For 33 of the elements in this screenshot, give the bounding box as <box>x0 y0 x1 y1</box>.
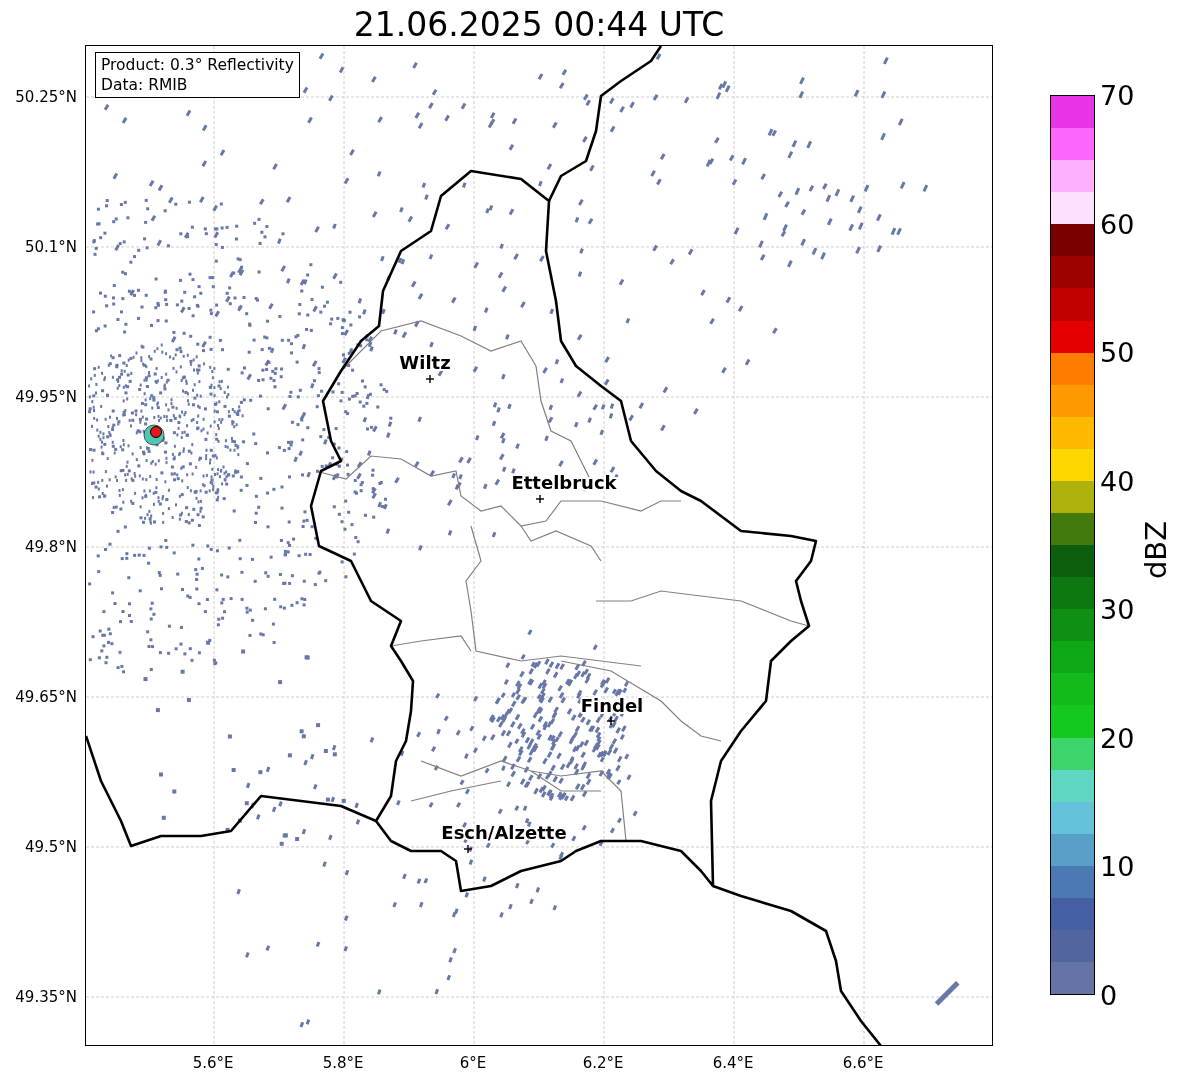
colorbar-tick-label: 40 <box>1100 465 1135 497</box>
axis-tick-label: 50.25°N <box>15 88 77 106</box>
colorbar-tick-label: 30 <box>1100 593 1135 625</box>
info-text: Data: RMIB <box>101 75 189 95</box>
axis-tick-label: 49.95°N <box>15 388 77 406</box>
axis-tick-label: 6°E <box>459 1054 487 1072</box>
axis-tick-label: 5.8°E <box>322 1054 364 1072</box>
city-marker-icon <box>463 844 473 854</box>
info-text: Product: 0.3° Reflectivity <box>101 55 294 75</box>
axis-tick-label: 49.65°N <box>15 688 77 706</box>
city-marker-icon <box>425 374 435 384</box>
city-label: Wiltz <box>399 352 451 373</box>
city-label: Ettelbruck <box>511 472 617 493</box>
radar-site-icon <box>143 424 165 446</box>
axis-tick-label: 6.2°E <box>582 1054 624 1072</box>
city-label: Esch/Alzette <box>441 822 567 843</box>
axis-tick-label: 49.5°N <box>24 838 77 856</box>
city-marker-icon <box>535 494 545 504</box>
colorbar-tick-label: 0 <box>1100 979 1118 1011</box>
chart-title: 21.06.2025 00:44 UTC <box>353 8 725 45</box>
axis-tick-label: 49.35°N <box>15 988 77 1006</box>
colorbar-tick-label: 70 <box>1100 79 1135 111</box>
colorbar-tick-label: 50 <box>1100 336 1135 368</box>
axis-tick-label: 6.6°E <box>842 1054 884 1072</box>
city-marker-icon <box>606 716 616 726</box>
colorbar-tick-label: 60 <box>1100 208 1135 240</box>
colorbar-tick-label: 10 <box>1100 850 1135 882</box>
colorbar-label: dBZ <box>1139 520 1173 580</box>
axis-tick-label: 6.4°E <box>712 1054 754 1072</box>
axis-tick-label: 49.8°N <box>24 538 77 556</box>
axis-tick-label: 5.6°E <box>192 1054 234 1072</box>
colorbar-tick-label: 20 <box>1100 722 1135 754</box>
axis-tick-label: 50.1°N <box>24 238 77 256</box>
